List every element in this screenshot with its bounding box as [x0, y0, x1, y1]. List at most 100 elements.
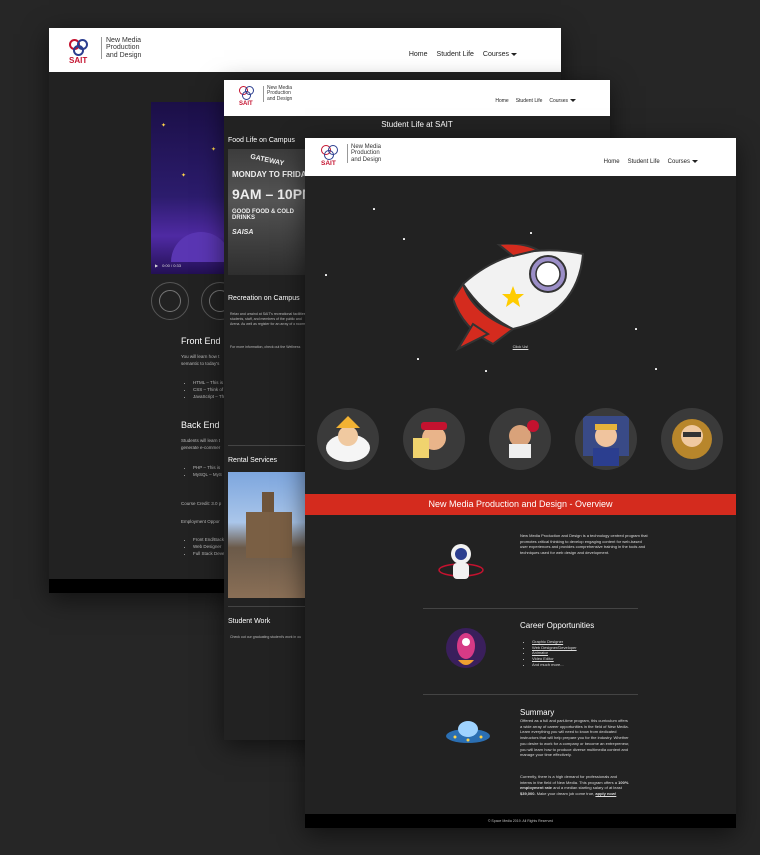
logo-line-3: and Design	[351, 156, 382, 163]
web-icon	[151, 282, 189, 320]
building-graphic	[246, 512, 292, 558]
front-end-title: Front End	[181, 336, 221, 346]
career-heading: Career Opportunities	[520, 621, 595, 630]
divider	[423, 608, 638, 609]
back-end-text-line: generate e-commer	[181, 445, 221, 450]
nav-home[interactable]: Home	[604, 159, 620, 165]
recreation-more: For more information, check out the Well…	[230, 345, 301, 349]
nav-links: Home Student Life Courses	[409, 51, 517, 58]
employment-list: Front End/Back Web Designer Full Stack D…	[185, 536, 226, 557]
nav-courses[interactable]: Courses	[668, 159, 698, 165]
food-heading: Food Life on Campus	[228, 137, 295, 144]
star-icon: ✦	[161, 123, 167, 129]
list-item: MySQL – MyS	[193, 471, 222, 478]
logo-sait: SAIT	[239, 101, 253, 107]
recreation-heading: Recreation on Campus	[228, 295, 300, 302]
summary-text-1: Offered as a full and part-time program,…	[520, 718, 630, 758]
back-end-title: Back End	[181, 420, 220, 430]
logo-line-1: New Media	[106, 37, 142, 44]
front-end-list: HTML – This is CSS – Think of JavaScript…	[185, 379, 224, 400]
astronaut-icon	[438, 544, 484, 579]
play-icon[interactable]: ▶	[155, 263, 158, 268]
career-link-web-designer[interactable]: Web Designer/Developer	[532, 645, 577, 650]
navbar: New Media Production and Design SAIT Hom…	[224, 80, 610, 116]
avatar-developer[interactable]	[575, 408, 637, 470]
career-link-graphic-designer[interactable]: Graphic Designer	[532, 639, 563, 644]
logo-line-3: and Design	[106, 51, 142, 59]
click-us-link[interactable]: Click Us!	[305, 344, 736, 349]
nav-courses-label: Courses	[482, 51, 509, 58]
summary-text-segment: and a median starting salary of at least	[553, 785, 622, 791]
avatar-engineer[interactable]	[661, 408, 723, 470]
food-sign-photo: GATEWAY MONDAY TO FRIDAY 9AM – 10PM GOOD…	[228, 149, 316, 275]
sign-line: MONDAY TO FRIDAY	[232, 170, 312, 179]
logo-text: New Media Production and Design	[347, 144, 381, 163]
overview-banner: New Media Production and Design - Overvi…	[305, 494, 736, 515]
nav-home[interactable]: Home	[495, 98, 508, 104]
logo-sait: SAIT	[321, 160, 336, 167]
starting-salary: $39,000.	[520, 791, 536, 797]
student-work-heading: Student Work	[228, 618, 271, 625]
campus-building-photo	[228, 472, 316, 598]
nav-courses[interactable]: Courses	[483, 51, 517, 58]
video-time: 0:00 / 0:33	[162, 263, 181, 268]
nav-courses[interactable]: Courses	[549, 98, 576, 104]
divider	[423, 694, 638, 695]
nav-student-life[interactable]: Student Life	[628, 159, 660, 165]
monster-rocket-icon	[446, 628, 486, 668]
chevron-down-icon	[511, 52, 517, 56]
cloud-graphic	[171, 232, 231, 262]
list-item: Front End/Back	[193, 536, 226, 543]
video-controls[interactable]: ▶ 0:00 / 0:33	[155, 263, 181, 268]
logo[interactable]: New Media Production and Design SAIT	[239, 85, 293, 107]
summary-text-segment: Make your dream job come true,	[536, 791, 595, 797]
avatar-filmmaker[interactable]	[489, 408, 551, 470]
list-item: CSS – Think of	[193, 386, 224, 393]
nav-links: Home Student Life Courses	[495, 98, 576, 104]
logo[interactable]: New Media Production and Design SAIT	[321, 144, 381, 167]
chevron-down-icon	[692, 159, 698, 163]
rental-heading: Rental Services	[228, 457, 278, 464]
page-mockup-home: New Media Production and Design SAIT Hom…	[305, 138, 736, 828]
career-link-animator[interactable]: Animator	[532, 650, 548, 655]
back-end-text: Students will learn t generate e-commer	[181, 437, 220, 451]
back-end-text-line: Students will learn t	[181, 438, 221, 443]
nav-links: Home Student Life Courses	[604, 159, 698, 165]
logo-line-3: and Design	[267, 95, 293, 102]
logo-mark-icon	[69, 39, 89, 57]
apply-now-link[interactable]: apply now!	[595, 791, 616, 796]
avatar-wizard[interactable]	[317, 408, 379, 470]
nav-student-life[interactable]: Student Life	[437, 51, 474, 58]
navbar: New Media Production and Design SAIT Hom…	[49, 28, 561, 72]
logo-sait: SAIT	[69, 56, 88, 65]
rocket-illustration[interactable]	[453, 244, 593, 354]
overview-text: New Media Production and Design is a tec…	[520, 533, 648, 556]
sign-line: GATEWAY	[249, 153, 285, 168]
divider	[228, 445, 308, 446]
star-icon: ✦	[211, 147, 217, 153]
nav-home[interactable]: Home	[409, 51, 428, 58]
employment-heading: Employment Oppor	[181, 519, 220, 524]
logo-line-2: Production	[351, 150, 380, 157]
sign-line: SAISA	[232, 229, 254, 236]
logo[interactable]: New Media Production and Design SAIT	[69, 37, 142, 65]
footer: © Space Media 2019. All Rights Reserved	[305, 814, 736, 828]
nav-courses-label: Courses	[549, 98, 568, 104]
page-title: Student Life at SAIT	[381, 120, 453, 129]
list-item: JavaScript – Th	[193, 393, 224, 400]
front-end-text-line: semantic to today's	[181, 361, 220, 366]
sign-line: 9AM – 10PM	[232, 186, 314, 202]
career-link-video-editor[interactable]: Video Editor	[532, 656, 554, 661]
recreation-text: Relax and unwind at SAIT's recreational …	[230, 312, 310, 326]
star-icon: ✦	[181, 173, 187, 179]
career-list: Graphic Designer Web Designer/Developer …	[525, 639, 577, 668]
list-item: PHP – This is	[193, 464, 222, 471]
list-item: And much more...	[532, 662, 577, 668]
sign-line: GOOD FOOD & COLD DRINKS	[232, 209, 294, 221]
front-end-text-line: You will learn how t	[181, 354, 220, 359]
summary-text-2: Currently, there is a high demand for pr…	[520, 774, 630, 797]
ufo-icon	[446, 721, 490, 743]
front-end-text: You will learn how t semantic to today's	[181, 353, 219, 367]
avatar-artist[interactable]	[403, 408, 465, 470]
nav-student-life[interactable]: Student Life	[516, 98, 543, 104]
